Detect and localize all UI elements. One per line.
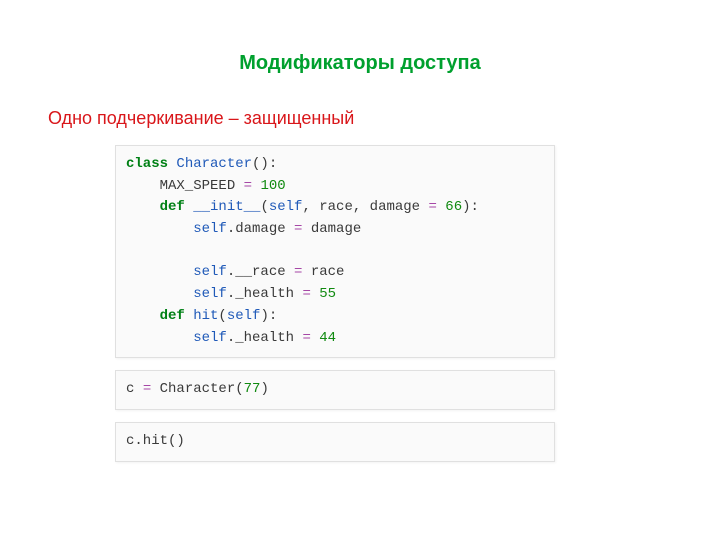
fn-hit: hit [185, 308, 219, 324]
kw-def: def [126, 199, 185, 215]
t: ) [260, 381, 268, 397]
op: = [302, 330, 310, 346]
t: .damage [227, 221, 294, 237]
self: self [126, 330, 227, 346]
t: ._health [227, 286, 303, 302]
self: self [126, 286, 227, 302]
code-pre-3: c.hit() [126, 431, 544, 453]
t: (): [252, 156, 277, 172]
page-title: Модификаторы доступа [0, 52, 720, 75]
num: 44 [319, 330, 336, 346]
t: .hit() [134, 433, 184, 449]
self: self [126, 264, 227, 280]
t: MAX_SPEED [126, 178, 244, 194]
op: = [302, 286, 310, 302]
num: 66 [445, 199, 462, 215]
self: self [269, 199, 303, 215]
code-pre-2: c = Character(77) [126, 379, 544, 401]
t: ( [218, 308, 226, 324]
kw-def: def [126, 308, 185, 324]
class-name: Character [168, 156, 252, 172]
t: ._health [227, 330, 303, 346]
op: = [143, 381, 151, 397]
t [311, 330, 319, 346]
kw-class: class [126, 156, 168, 172]
code-block-instantiate: c = Character(77) [115, 370, 555, 410]
op: = [428, 199, 436, 215]
t: race [302, 264, 344, 280]
num: 77 [244, 381, 261, 397]
t: ): [260, 308, 277, 324]
t: Character( [151, 381, 243, 397]
t: damage [302, 221, 361, 237]
self: self [126, 221, 227, 237]
t: ): [462, 199, 479, 215]
t: c [126, 381, 143, 397]
fn-init: __init__ [185, 199, 261, 215]
num: 100 [260, 178, 285, 194]
op: = [244, 178, 252, 194]
code-block-call: c.hit() [115, 422, 555, 462]
self: self [227, 308, 261, 324]
code-block-class: class Character(): MAX_SPEED = 100 def _… [115, 145, 555, 358]
t [311, 286, 319, 302]
num: 55 [319, 286, 336, 302]
t: ( [260, 199, 268, 215]
subtitle: Одно подчеркивание – защищенный [48, 108, 354, 129]
code-area: class Character(): MAX_SPEED = 100 def _… [115, 145, 555, 474]
t: .__race [227, 264, 294, 280]
code-pre-1: class Character(): MAX_SPEED = 100 def _… [126, 154, 544, 349]
slide: Модификаторы доступа Одно подчеркивание … [0, 0, 720, 540]
t: , race, damage [302, 199, 428, 215]
